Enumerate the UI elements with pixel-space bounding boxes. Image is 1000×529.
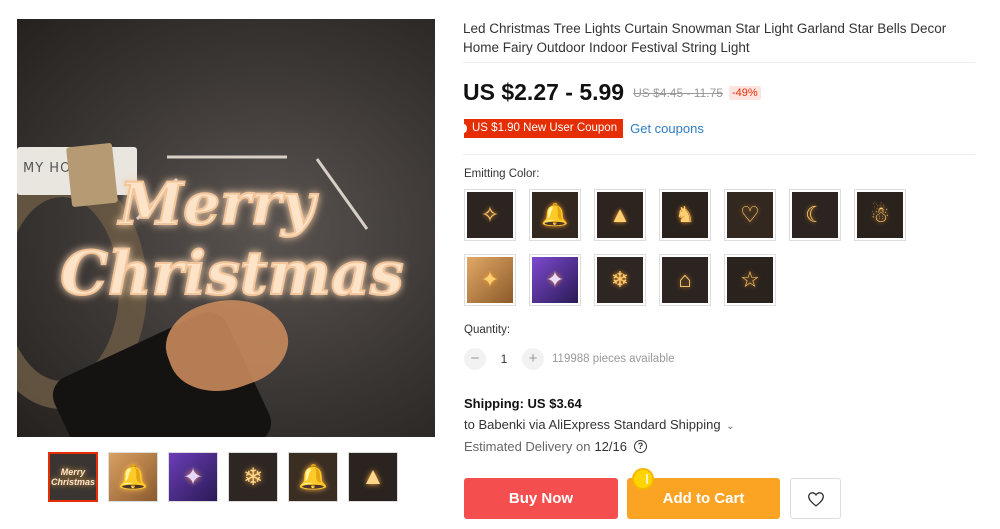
quantity-label: Quantity: xyxy=(464,324,511,336)
variant-star[interactable]: ☆ xyxy=(724,254,776,306)
quantity-increase-button[interactable]: + xyxy=(522,348,544,370)
snowflake-icon: ❄ xyxy=(597,257,643,303)
christmas-text: Christmas xyxy=(60,239,403,309)
snowman-icon: ☃ xyxy=(857,192,903,238)
shipping-cost: Shipping: US $3.64 xyxy=(464,396,582,411)
moon-icon: ☾ xyxy=(792,192,838,238)
curtain-light-icon: ✦ xyxy=(532,257,578,303)
variant-tree[interactable]: ▲ xyxy=(594,189,646,241)
original-price: US $4.45 - 11.75 xyxy=(633,85,723,100)
heart-icon: ♡ xyxy=(727,192,773,238)
shipping-route-text[interactable]: to Babenki via AliExpress Standard Shipp… xyxy=(464,417,721,432)
product-info-panel: Led Christmas Tree Lights Curtain Snowma… xyxy=(463,19,978,63)
product-title: Led Christmas Tree Lights Curtain Snowma… xyxy=(463,21,947,55)
variant-snowflake[interactable]: ❄ xyxy=(594,254,646,306)
main-product-image[interactable]: MY HO Merry Christmas xyxy=(17,19,435,437)
variant-heart[interactable]: ♡ xyxy=(724,189,776,241)
coupon-row: US $1.90 New User Coupon Get coupons xyxy=(460,119,704,138)
shipping-route: to Babenki via AliExpress Standard Shipp… xyxy=(464,417,735,432)
merry-christmas-thumb-text: Merry Christmas xyxy=(50,467,95,487)
emitting-color-label: Emitting Color: xyxy=(464,168,540,180)
house-icon: ⌂ xyxy=(662,257,708,303)
thumbnail-6[interactable]: ▲ xyxy=(348,452,398,502)
curtain-light-icon: ✦ xyxy=(182,463,204,491)
estimated-delivery: Estimated Delivery on 12/16 ? xyxy=(464,439,647,454)
deer-icon: ♞ xyxy=(662,192,708,238)
variant-purple-curtain[interactable]: ✦ xyxy=(529,254,581,306)
wishlist-button[interactable] xyxy=(790,478,841,519)
estimated-delivery-date: 12/16 xyxy=(594,439,627,454)
thumbnail-3[interactable]: ✦ xyxy=(168,452,218,502)
thumbnail-2[interactable]: 🔔 xyxy=(108,452,158,502)
pieces-available: 119988 pieces available xyxy=(552,353,675,365)
variant-deer[interactable]: ♞ xyxy=(659,189,711,241)
variant-moon[interactable]: ☾ xyxy=(789,189,841,241)
thumbnail-5[interactable]: 🔔 xyxy=(288,452,338,502)
quantity-stepper: − 1 + 119988 pieces available xyxy=(464,348,675,370)
estimated-delivery-label: Estimated Delivery on xyxy=(464,439,591,454)
current-price: US $2.27 - 5.99 xyxy=(463,79,625,105)
snowflake-icon: ❄ xyxy=(242,463,264,491)
chevron-down-icon[interactable]: ⌄ xyxy=(726,421,734,432)
quantity-decrease-button[interactable]: − xyxy=(464,348,486,370)
price-row: US $2.27 - 5.99 US $4.45 - 11.75 -49% xyxy=(463,79,761,106)
divider xyxy=(463,154,975,155)
discount-badge: -49% xyxy=(728,85,761,100)
heart-icon xyxy=(807,491,824,507)
thumbnail-strip: Merry Christmas 🔔 ✦ ❄ 🔔 ▲ xyxy=(48,452,398,502)
tree-icon: ▲ xyxy=(597,192,643,238)
tree-icon: ▲ xyxy=(361,463,385,490)
divider xyxy=(463,62,975,63)
bells-icon: 🔔 xyxy=(298,463,328,491)
coin-icon xyxy=(632,468,654,490)
curtain-light-icon: ✦ xyxy=(467,257,513,303)
merry-text: Merry xyxy=(117,170,319,238)
merry-christmas-light-sign: Merry Christmas xyxy=(59,155,405,310)
quantity-input[interactable]: 1 xyxy=(486,352,522,366)
star-icon: ☆ xyxy=(727,257,773,303)
bell-icon: 🔔 xyxy=(532,192,578,238)
variant-house[interactable]: ⌂ xyxy=(659,254,711,306)
angel-icon: ✧ xyxy=(467,192,513,238)
buy-now-button[interactable]: Buy Now xyxy=(464,478,618,519)
new-user-coupon-badge[interactable]: US $1.90 New User Coupon xyxy=(460,119,624,138)
bell-icon: 🔔 xyxy=(118,463,148,491)
help-icon[interactable]: ? xyxy=(634,440,647,453)
get-coupons-link[interactable]: Get coupons xyxy=(630,121,704,136)
variant-angel[interactable]: ✧ xyxy=(464,189,516,241)
thumbnail-1[interactable]: Merry Christmas xyxy=(48,452,98,502)
variant-bell[interactable]: 🔔 xyxy=(529,189,581,241)
variant-warm-curtain[interactable]: ✦ xyxy=(464,254,516,306)
thumbnail-4[interactable]: ❄ xyxy=(228,452,278,502)
variant-snowman[interactable]: ☃ xyxy=(854,189,906,241)
